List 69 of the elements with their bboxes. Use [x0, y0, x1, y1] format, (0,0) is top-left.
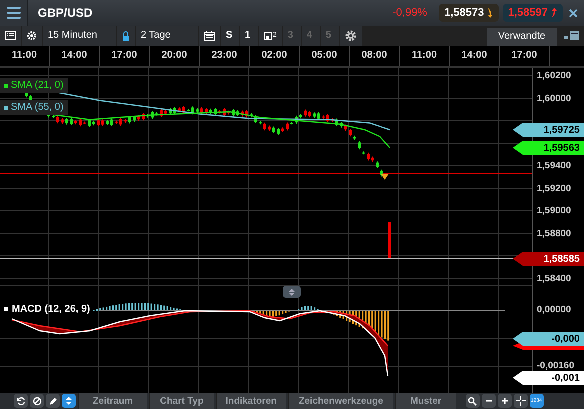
arrow-down-icon — [487, 8, 494, 18]
calendar-button[interactable] — [199, 26, 220, 46]
price-axis-label: 1,60200 — [537, 70, 572, 82]
toolbar-tab[interactable]: Zeitraum — [78, 393, 148, 409]
time-label: 14:00 — [50, 46, 100, 66]
settings-icon — [27, 30, 37, 41]
interval-field[interactable]: 15 Minuten — [43, 26, 116, 46]
calendar-icon — [204, 30, 215, 41]
time-label: 14:00 — [450, 46, 500, 66]
time-label: 17:00 — [500, 46, 550, 66]
settings-button[interactable] — [22, 26, 42, 46]
time-label: 08:00 — [350, 46, 400, 66]
macd-legend[interactable]: MACD (12, 26, 9) — [4, 304, 90, 315]
macd-tag: -0,001 — [513, 371, 584, 385]
triangle-marker-icon — [381, 174, 389, 180]
price-tag: 1,59725 — [513, 123, 584, 137]
legend-square-icon — [4, 307, 8, 312]
arrow-up-icon — [551, 8, 558, 18]
price-axis-label: 1,58400 — [537, 273, 572, 284]
symbol-title: GBP/USD — [38, 6, 93, 20]
window-icon — [264, 32, 272, 40]
toolbar-tab[interactable]: Muster — [395, 393, 456, 409]
block-icon[interactable] — [30, 394, 44, 408]
chart-slot-button[interactable]: 2 — [259, 26, 282, 46]
price-axis-label: 1,59400 — [537, 160, 572, 172]
price-tag: 1,59563 — [513, 141, 584, 155]
time-label: 23:00 — [200, 46, 250, 66]
chart-slot-button[interactable]: 1 — [240, 26, 258, 46]
search-icon[interactable] — [466, 394, 480, 408]
chart-slot-button[interactable]: S — [221, 26, 239, 46]
zoom-in-icon[interactable] — [498, 394, 512, 408]
settings-button[interactable] — [340, 26, 362, 46]
toolbar-tab[interactable]: Chart Typ — [149, 393, 214, 409]
list-icon — [5, 31, 16, 40]
pencil-icon[interactable] — [46, 394, 60, 408]
price-axis-label: 1,58800 — [537, 228, 572, 239]
list-button[interactable] — [0, 26, 21, 46]
indicator-legend[interactable]: SMA (55, 0) — [0, 100, 68, 115]
resize-handle[interactable] — [283, 286, 301, 298]
toolbar-tab[interactable]: Zeichenwerkzeuge — [288, 393, 394, 409]
time-label: 11:00 — [400, 46, 450, 66]
change-percent: -0,99% — [392, 7, 428, 19]
time-label: 20:00 — [150, 46, 200, 66]
refresh-icon[interactable] — [14, 394, 28, 408]
sell-price-button[interactable]: 1,58573 — [439, 4, 500, 22]
macd-axis-label: 0,00000 — [537, 304, 572, 316]
range-field[interactable]: 2 Tage — [136, 26, 198, 46]
settings-icon — [344, 30, 357, 42]
related-tab[interactable]: Verwandte — [487, 28, 557, 46]
macd-axis-label: -0,00160 — [537, 360, 575, 372]
toolbar-tab[interactable]: Indikatoren — [216, 393, 286, 409]
zoom-out-icon[interactable] — [482, 394, 496, 408]
price-axis-label: 1,59000 — [537, 206, 572, 216]
window-layout-icon — [564, 31, 580, 40]
price-axis-label: 1,60000 — [537, 93, 572, 104]
macd-tag: -0,000 — [513, 332, 584, 346]
time-label: 17:00 — [100, 46, 150, 66]
indicator-legend[interactable]: SMA (21, 0) — [0, 78, 68, 93]
time-label: 05:00 — [300, 46, 350, 66]
price-tag: 1,58585 — [513, 252, 584, 266]
crosshair-icon[interactable] — [514, 394, 528, 408]
menu-button[interactable] — [0, 0, 28, 26]
time-label: 11:00 — [0, 46, 50, 66]
buy-price-button[interactable]: 1,58597 — [503, 4, 563, 22]
lock-button[interactable] — [117, 26, 135, 46]
time-label: 02:00 — [250, 46, 300, 66]
price-axis-label: 1,59200 — [537, 183, 572, 194]
lock-icon — [122, 30, 130, 41]
up-down-icon[interactable] — [62, 394, 76, 408]
